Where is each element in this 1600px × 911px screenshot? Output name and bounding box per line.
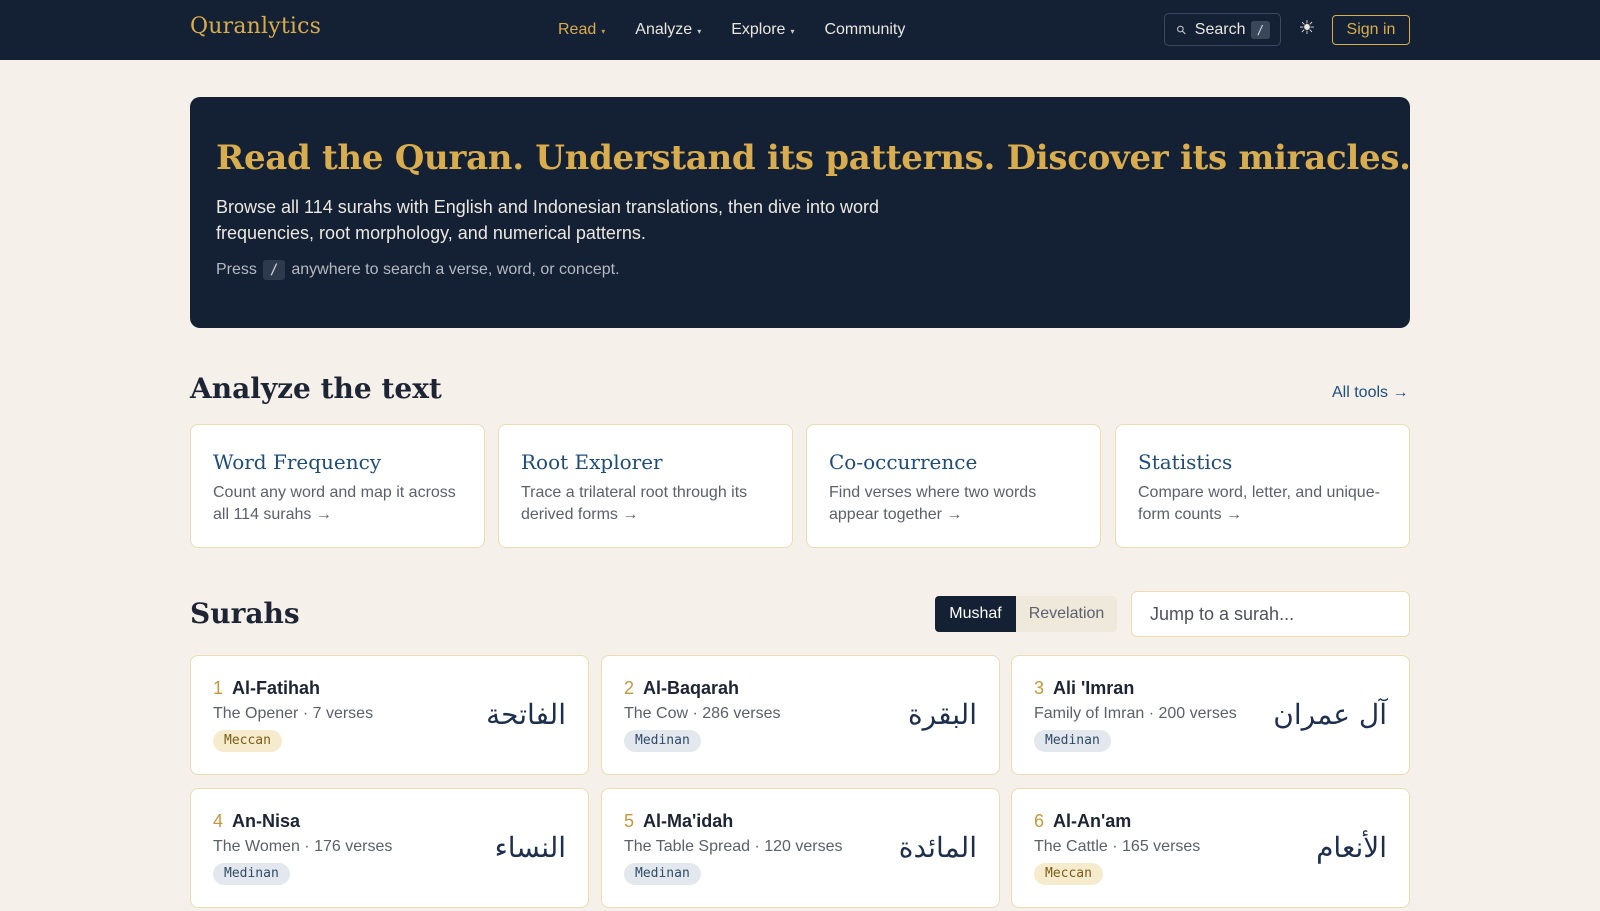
hint-suffix: anywhere to search a verse, word, or con… — [291, 261, 620, 278]
surah-heading: 5 Al-Ma'idah — [624, 811, 733, 832]
surah-number: 2 — [624, 678, 635, 698]
tool-card-description: Trace a trilateral root through its deri… — [521, 484, 748, 523]
revelation-badge: Meccan — [1034, 863, 1103, 885]
search-button-label: Search — [1194, 20, 1246, 38]
jump-to-surah-input[interactable] — [1131, 591, 1410, 637]
surah-meta: Family of Imran · 200 verses — [1034, 705, 1237, 722]
surah-name: Al-Baqarah — [643, 678, 740, 698]
surah-arabic-name: النساء — [494, 831, 566, 864]
nav-item-label: Read — [558, 21, 597, 38]
tool-card-title: Co-occurrence — [829, 450, 978, 474]
surah-number: 5 — [624, 811, 635, 831]
nav-item-read[interactable]: Read ▾ — [558, 21, 605, 39]
order-revelation-button[interactable]: Revelation — [1016, 596, 1117, 632]
nav-item-explore[interactable]: Explore ▾ — [731, 21, 794, 39]
surah-card[interactable]: 6 Al-An'am The Cattle · 165 verses Mecca… — [1011, 788, 1410, 908]
tool-card-description: Find verses where two words appear toget… — [829, 484, 1037, 523]
revelation-badge: Meccan — [213, 730, 282, 752]
surah-name: Al-An'am — [1053, 811, 1132, 831]
revelation-badge: Medinan — [1034, 730, 1111, 752]
surah-card[interactable]: 5 Al-Ma'idah The Table Spread · 120 vers… — [601, 788, 1000, 908]
revelation-badge: Medinan — [624, 863, 701, 885]
surah-name: Al-Fatihah — [232, 678, 321, 698]
surah-card[interactable]: 2 Al-Baqarah The Cow · 286 verses Medina… — [601, 655, 1000, 775]
hero-banner: Read the Quran. Understand its patterns.… — [190, 97, 1411, 328]
surah-number: 1 — [213, 678, 224, 698]
nav-item-label: Community — [824, 21, 906, 38]
sun-icon[interactable]: ☀ — [1296, 17, 1318, 41]
top-navigation-bar: Quranlytics Read ▾ Analyze ▾ Explore ▾ C… — [0, 0, 1600, 60]
tool-card-title: Root Explorer — [521, 450, 663, 474]
search-shortcut-key: / — [1250, 20, 1270, 39]
search-icon: ⚲ — [1173, 21, 1190, 38]
tool-card-title: Statistics — [1138, 450, 1233, 474]
surah-card[interactable]: 3 Ali 'Imran Family of Imran · 200 verse… — [1011, 655, 1410, 775]
search-button[interactable]: ⚲ Search / — [1164, 13, 1281, 46]
surah-meta: The Women · 176 verses — [213, 838, 393, 855]
surah-name: Ali 'Imran — [1053, 678, 1135, 698]
surah-arabic-name: البقرة — [907, 698, 977, 731]
surah-meta: The Cow · 286 verses — [624, 705, 781, 722]
nav-item-label: Explore — [731, 21, 786, 38]
surah-heading: 1 Al-Fatihah — [213, 678, 320, 699]
brand-logo[interactable]: Quranlytics — [190, 14, 321, 39]
order-mushaf-button[interactable]: Mushaf — [935, 596, 1016, 632]
hero-description: Browse all 114 surahs with English and I… — [216, 197, 880, 243]
surah-arabic-name: الأنعام — [1316, 831, 1387, 864]
nav-item-analyze[interactable]: Analyze ▾ — [635, 21, 701, 39]
tool-card-word-frequency[interactable]: Word Frequency Count any word and map it… — [190, 424, 485, 548]
nav-item-label: Analyze — [635, 21, 693, 38]
chevron-down-icon: ▾ — [790, 27, 795, 36]
tool-card-description: Count any word and map it across all 114… — [213, 484, 456, 523]
hint-prefix: Press — [216, 261, 257, 278]
surah-meta: The Cattle · 165 verses — [1034, 838, 1201, 855]
surah-number: 6 — [1034, 811, 1045, 831]
surah-name: An-Nisa — [232, 811, 301, 831]
surah-card[interactable]: 4 An-Nisa The Women · 176 verses Medinan… — [190, 788, 589, 908]
revelation-badge: Medinan — [213, 863, 290, 885]
tool-card-root-explorer[interactable]: Root Explorer Trace a trilateral root th… — [498, 424, 793, 548]
surah-arabic-name: آل عمران — [1273, 698, 1387, 731]
all-tools-link[interactable]: All tools → — [1332, 384, 1408, 402]
revelation-badge: Medinan — [624, 730, 701, 752]
search-hint: Press / anywhere to search a verse, word… — [216, 260, 620, 280]
main-nav: Read ▾ Analyze ▾ Explore ▾ Community — [558, 0, 935, 60]
surah-meta: The Table Spread · 120 verses — [624, 838, 843, 855]
surah-heading: 2 Al-Baqarah — [624, 678, 739, 699]
tool-card-co-occurrence[interactable]: Co-occurrence Find verses where two word… — [806, 424, 1101, 548]
surahs-section-title: Surahs — [190, 597, 300, 630]
surah-meta: The Opener · 7 verses — [213, 705, 374, 722]
surah-heading: 6 Al-An'am — [1034, 811, 1131, 832]
surah-name: Al-Ma'idah — [643, 811, 734, 831]
nav-item-community[interactable]: Community — [824, 21, 905, 39]
surah-arabic-name: الفاتحة — [486, 698, 566, 731]
surah-heading: 3 Ali 'Imran — [1034, 678, 1134, 699]
surah-heading: 4 An-Nisa — [213, 811, 300, 832]
surah-order-toggle: Mushaf Revelation — [935, 596, 1117, 632]
chevron-down-icon: ▾ — [697, 27, 702, 36]
tool-card-statistics[interactable]: Statistics Compare word, letter, and uni… — [1115, 424, 1410, 548]
hint-shortcut-key: / — [262, 260, 286, 280]
surah-card[interactable]: 1 Al-Fatihah The Opener · 7 verses Mecca… — [190, 655, 589, 775]
chevron-down-icon: ▾ — [601, 27, 606, 36]
surah-number: 3 — [1034, 678, 1045, 698]
hero-title: Read the Quran. Understand its patterns.… — [216, 138, 1411, 178]
analyze-section-title: Analyze the text — [190, 372, 442, 405]
surah-arabic-name: المائدة — [898, 831, 977, 864]
surah-number: 4 — [213, 811, 224, 831]
sign-in-button[interactable]: Sign in — [1332, 15, 1410, 45]
tool-card-title: Word Frequency — [213, 450, 382, 474]
tool-card-description: Compare word, letter, and unique-form co… — [1138, 484, 1380, 523]
